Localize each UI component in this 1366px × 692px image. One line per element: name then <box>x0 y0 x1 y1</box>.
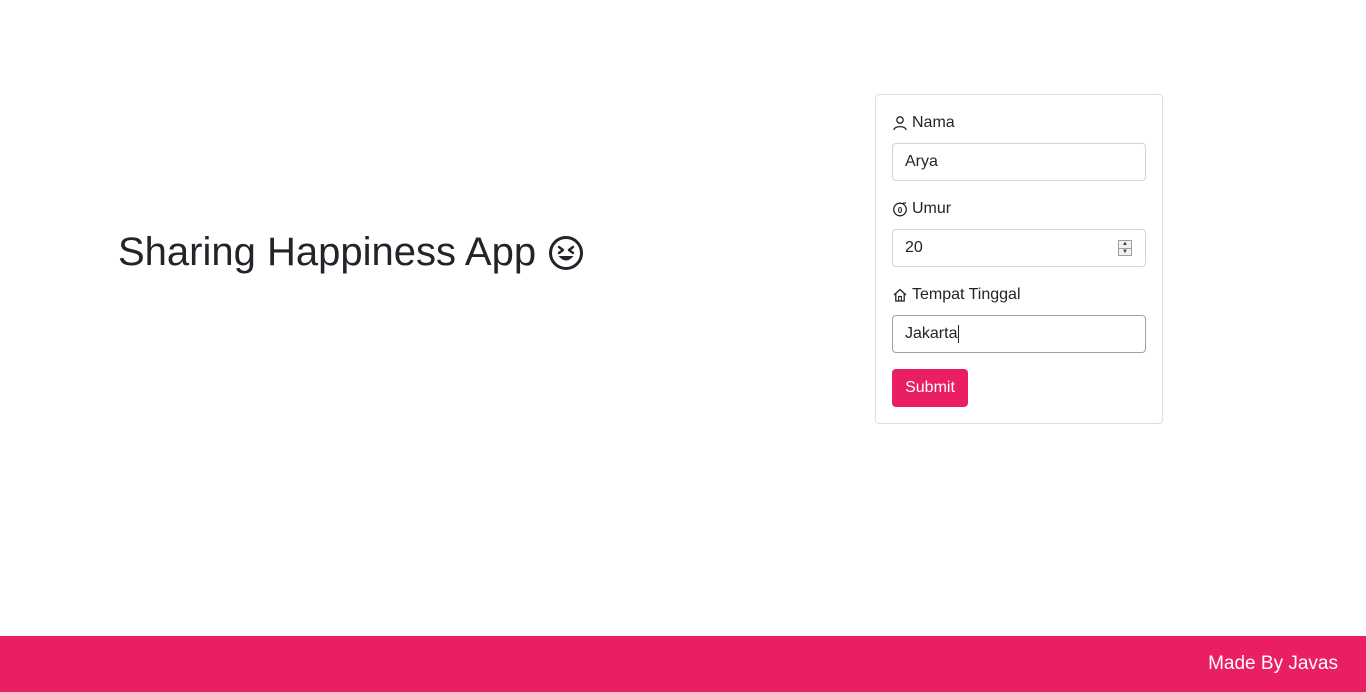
grinning-squinting-face-icon <box>549 235 584 270</box>
nama-label: Nama <box>892 114 955 132</box>
tempat-tinggal-input-value: Jakarta <box>905 325 958 342</box>
stepper-down-icon[interactable]: ▼ <box>1119 247 1131 256</box>
form-card: Nama Arya 0 Umur 20 ▲ ▼ Tempat Tinggal J… <box>875 94 1163 424</box>
svg-text:0: 0 <box>898 206 903 215</box>
text-caret <box>958 325 960 343</box>
home-icon <box>893 288 907 302</box>
submit-button[interactable]: Submit <box>892 369 968 407</box>
umur-label-text: Umur <box>912 200 952 217</box>
umur-input-value: 20 <box>905 239 923 256</box>
age-icon: 0 <box>893 202 907 217</box>
umur-input[interactable]: 20 ▲ ▼ <box>892 229 1146 267</box>
nama-input-value: Arya <box>905 153 938 170</box>
nama-label-text: Nama <box>912 114 955 131</box>
umur-label: 0 Umur <box>892 200 951 218</box>
tempat-tinggal-input[interactable]: Jakarta <box>892 315 1146 353</box>
nama-input[interactable]: Arya <box>892 143 1146 181</box>
tempat-tinggal-label: Tempat Tinggal <box>892 286 1021 304</box>
tempat-tinggal-label-text: Tempat Tinggal <box>912 286 1021 303</box>
hero-title: Sharing Happiness App <box>118 230 584 275</box>
page: Sharing Happiness App Nama Arya 0 Umur 2… <box>0 0 1366 692</box>
person-icon <box>893 116 907 131</box>
footer: Made By Javas <box>0 636 1366 692</box>
umur-stepper[interactable]: ▲ ▼ <box>1118 240 1132 256</box>
footer-text: Made By Javas <box>1208 653 1338 674</box>
hero-title-text: Sharing Happiness App <box>118 230 537 274</box>
